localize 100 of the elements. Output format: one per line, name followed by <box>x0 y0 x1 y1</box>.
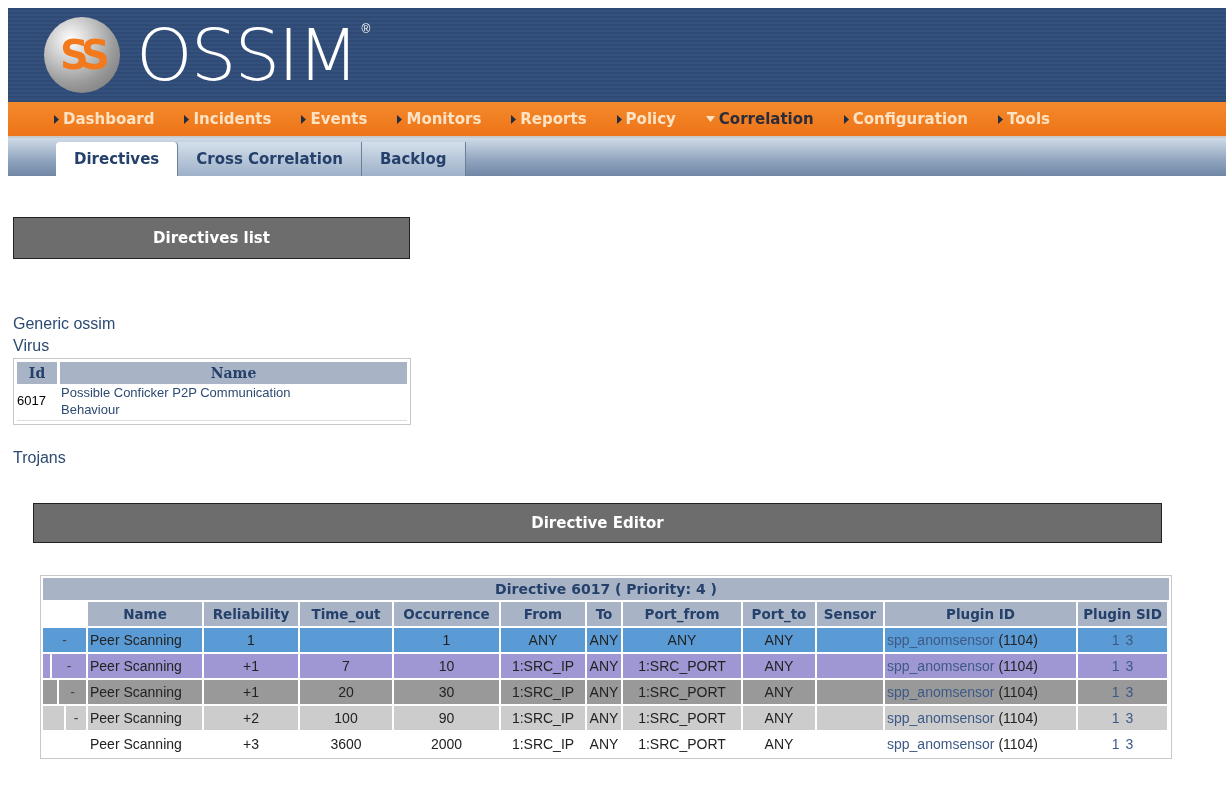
table-cell: +2 <box>204 706 298 730</box>
sid-link[interactable]: 1 <box>1111 681 1120 703</box>
collapse-toggle[interactable]: - <box>59 680 86 704</box>
sid-link[interactable]: 3 <box>1125 681 1134 703</box>
collapse-toggle[interactable]: - <box>52 654 86 678</box>
menu-item[interactable]: Dashboard <box>54 107 155 131</box>
table-cell: 90 <box>394 706 499 730</box>
plugin-number: (1104) <box>998 682 1038 702</box>
section-header: Directives list <box>13 217 410 259</box>
directive-link[interactable]: Possible Conficker P2P Communication Behaviour <box>61 384 351 418</box>
empty-cell <box>817 706 883 730</box>
category-link[interactable]: Generic ossim <box>13 313 1226 335</box>
tab[interactable]: Directives <box>56 142 179 176</box>
plugin-link[interactable]: spp_anomsensor <box>887 733 995 755</box>
caret-right-icon <box>998 114 1004 124</box>
plugin-number: (1104) <box>998 630 1038 650</box>
menu-item[interactable]: Policy <box>616 107 676 131</box>
sid-link[interactable]: 1 <box>1111 707 1120 729</box>
caret-right-icon <box>184 114 190 124</box>
id-cell-text: 6017 <box>17 392 47 411</box>
table-cell: ANY <box>743 680 815 704</box>
tab[interactable]: Cross Correlation <box>178 142 362 176</box>
indent-bar <box>43 680 57 704</box>
column-header: Name <box>88 602 202 626</box>
table-cell: 1:SRC_IP <box>501 706 585 730</box>
rule-name-cell: Peer Scanning <box>88 680 202 704</box>
menu-item[interactable]: Tools <box>998 107 1050 131</box>
column-header: Plugin ID <box>885 602 1076 626</box>
column-header: From <box>501 602 585 626</box>
plugin-link[interactable]: spp_anomsensor <box>887 655 995 677</box>
caret-right-icon <box>511 114 517 124</box>
sid-link[interactable]: 1 <box>1111 629 1120 651</box>
category-link[interactable]: Virus <box>13 335 1226 357</box>
menu-item[interactable]: Incidents <box>184 107 272 131</box>
column-header: Name <box>60 362 407 384</box>
empty-cell <box>817 680 883 704</box>
table-cell: ANY <box>587 706 621 730</box>
column-header: Port_to <box>743 602 815 626</box>
rule-name-cell: Peer Scanning <box>88 654 202 678</box>
caret-right-icon <box>301 114 307 124</box>
registered-mark: ® <box>361 21 371 38</box>
category-link[interactable]: Trojans <box>13 447 1226 469</box>
plugin-link[interactable]: spp_anomsensor <box>887 629 995 651</box>
table-cell: 1:SRC_IP <box>501 680 585 704</box>
logo-text: OSSIM <box>136 19 358 91</box>
plugin-number: (1104) <box>998 656 1038 676</box>
menu-item[interactable]: Correlation <box>705 107 814 131</box>
column-header: Plugin SID <box>1078 602 1167 626</box>
table-cell: ANY <box>587 654 621 678</box>
menu-item[interactable]: Configuration <box>843 107 969 131</box>
table-cell: ANY <box>501 628 585 652</box>
column-header: Reliability <box>204 602 298 626</box>
table-cell: +1 <box>204 680 298 704</box>
collapse-toggle[interactable]: - <box>66 706 86 730</box>
empty-cell <box>817 654 883 678</box>
plugin-number: (1104) <box>998 734 1038 754</box>
table-cell: +1 <box>204 654 298 678</box>
caret-right-icon <box>397 114 403 124</box>
table-cell: 1:SRC_PORT <box>623 654 741 678</box>
table-cell: ANY <box>743 628 815 652</box>
column-header: Id <box>17 362 57 384</box>
table-cell: ANY <box>587 680 621 704</box>
table-title: Directive 6017 ( Priority: 4 ) <box>43 578 1169 600</box>
caret-right-icon <box>54 114 59 124</box>
caret-down-icon <box>705 116 715 122</box>
indent-bar <box>43 654 50 678</box>
table-cell: 1:SRC_PORT <box>623 680 741 704</box>
rule-name-cell: Peer Scanning <box>88 706 202 730</box>
column-header: Sensor <box>817 602 883 626</box>
table-cell: ANY <box>587 628 621 652</box>
column-header: Occurrence <box>394 602 499 626</box>
sid-link[interactable]: 3 <box>1125 629 1134 651</box>
sid-link[interactable]: 1 <box>1111 733 1120 755</box>
table-cell: 1 <box>204 628 298 652</box>
column-header: Port_from <box>623 602 741 626</box>
indent-bar <box>43 706 64 730</box>
menu-item[interactable]: Events <box>301 107 368 131</box>
plugin-link[interactable]: spp_anomsensor <box>887 681 995 703</box>
sid-link[interactable]: 1 <box>1111 655 1120 677</box>
table-cell: 7 <box>300 654 392 678</box>
sid-link[interactable]: 3 <box>1125 707 1134 729</box>
table-cell: 10 <box>394 654 499 678</box>
sid-link[interactable]: 3 <box>1125 655 1134 677</box>
column-header: Time_out <box>300 602 392 626</box>
section-header: Directive Editor <box>33 503 1162 543</box>
plugin-link[interactable]: spp_anomsensor <box>887 707 995 729</box>
collapse-toggle[interactable]: - <box>43 628 86 652</box>
table-cell: 1:SRC_IP <box>501 654 585 678</box>
menu-item[interactable]: Monitors <box>397 107 482 131</box>
table-cell: ANY <box>743 706 815 730</box>
table-cell: 100 <box>300 706 392 730</box>
caret-right-icon <box>616 114 622 124</box>
table-cell: 1 <box>394 628 499 652</box>
rule-name-cell: Peer Scanning <box>88 628 202 652</box>
sid-link[interactable]: 3 <box>1125 733 1134 755</box>
tab[interactable]: Backlog <box>361 142 466 176</box>
caret-right-icon <box>843 114 849 124</box>
logo-badge: SS <box>44 17 120 93</box>
menu-item[interactable]: Reports <box>511 107 587 131</box>
empty-cell <box>817 628 883 652</box>
